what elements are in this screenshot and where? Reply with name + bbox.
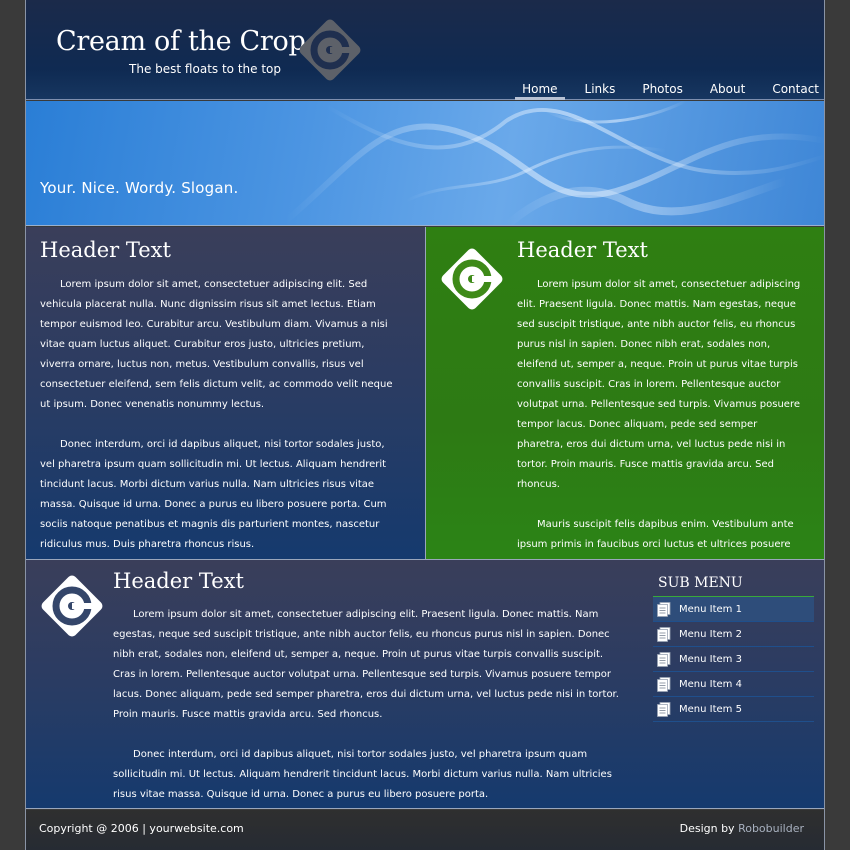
page: Cream of the Crop The best floats to the… <box>25 0 825 850</box>
sub-menu-item-label: Menu Item 2 <box>679 628 742 640</box>
left-content-panel: Header Text Lorem ipsum dolor sit amet, … <box>26 227 426 559</box>
document-icon <box>657 601 671 617</box>
nav-item-links[interactable]: Links <box>578 82 623 100</box>
left-panel-header: Header Text <box>40 238 171 262</box>
sub-menu-item-label: Menu Item 4 <box>679 678 742 690</box>
diamond-c-logo-icon <box>41 575 103 637</box>
sub-menu-item-3[interactable]: Menu Item 3 <box>653 647 814 672</box>
right-panel-body: Lorem ipsum dolor sit amet, consectetuer… <box>517 275 805 575</box>
paragraph: Lorem ipsum dolor sit amet, consectetuer… <box>517 279 801 490</box>
credit-prefix: Design by <box>679 822 739 835</box>
sub-menu-item-2[interactable]: Menu Item 2 <box>653 622 814 647</box>
sub-menu: SUB MENU Menu Item 1 Menu Item 2 Menu Item… <box>653 575 814 722</box>
paragraph: Donec interdum, orci id dapibus aliquet,… <box>113 749 612 800</box>
site-footer: Copyright @ 2006 | yourwebsite.com Desig… <box>26 810 824 850</box>
sub-menu-item-label: Menu Item 1 <box>679 603 742 615</box>
diamond-c-logo-icon <box>441 248 503 310</box>
sub-menu-item-label: Menu Item 3 <box>679 653 742 665</box>
sub-menu-title: SUB MENU <box>653 575 814 597</box>
main-nav: Home Links Photos About Contact <box>502 82 824 100</box>
copyright-text: Copyright @ 2006 | yourwebsite.com <box>39 822 244 835</box>
slogan: Your. Nice. Wordy. Slogan. <box>40 179 239 197</box>
nav-item-contact[interactable]: Contact <box>765 82 824 100</box>
sub-menu-item-1[interactable]: Menu Item 1 <box>653 597 814 622</box>
right-content-panel: Header Text Lorem ipsum dolor sit amet, … <box>426 227 824 570</box>
sub-menu-item-label: Menu Item 5 <box>679 703 742 715</box>
bottom-panel-body: Lorem ipsum dolor sit amet, consectetuer… <box>113 605 623 805</box>
paragraph: Lorem ipsum dolor sit amet, consectetuer… <box>40 279 393 410</box>
paragraph: Donec interdum, orci id dapibus aliquet,… <box>40 439 387 550</box>
site-header: Cream of the Crop The best floats to the… <box>26 0 824 100</box>
banner: Your. Nice. Wordy. Slogan. <box>26 101 824 226</box>
left-panel-body: Lorem ipsum dolor sit amet, consectetuer… <box>40 275 398 555</box>
nav-item-home[interactable]: Home <box>515 82 565 100</box>
bottom-content-panel: Header Text Lorem ipsum dolor sit amet, … <box>26 559 824 809</box>
document-icon <box>657 676 671 692</box>
right-panel-header: Header Text <box>517 238 648 262</box>
document-icon <box>657 701 671 717</box>
nav-item-about[interactable]: About <box>703 82 752 100</box>
diamond-c-logo-icon[interactable] <box>294 14 366 86</box>
sub-menu-item-5[interactable]: Menu Item 5 <box>653 697 814 722</box>
paragraph: Lorem ipsum dolor sit amet, consectetuer… <box>113 609 619 720</box>
sub-menu-item-4[interactable]: Menu Item 4 <box>653 672 814 697</box>
robobuilder-link[interactable]: Robobuilder <box>738 822 804 835</box>
site-title[interactable]: Cream of the Crop <box>56 26 306 57</box>
bottom-panel-header: Header Text <box>113 569 244 593</box>
smoke-image <box>284 101 824 225</box>
document-icon <box>657 626 671 642</box>
sub-menu-list: Menu Item 1 Menu Item 2 Menu Item 3 Menu It… <box>653 597 814 722</box>
document-icon <box>657 651 671 667</box>
site-tagline: The best floats to the top <box>129 62 281 76</box>
nav-item-photos[interactable]: Photos <box>635 82 689 100</box>
design-credit: Design by Robobuilder <box>680 822 804 835</box>
